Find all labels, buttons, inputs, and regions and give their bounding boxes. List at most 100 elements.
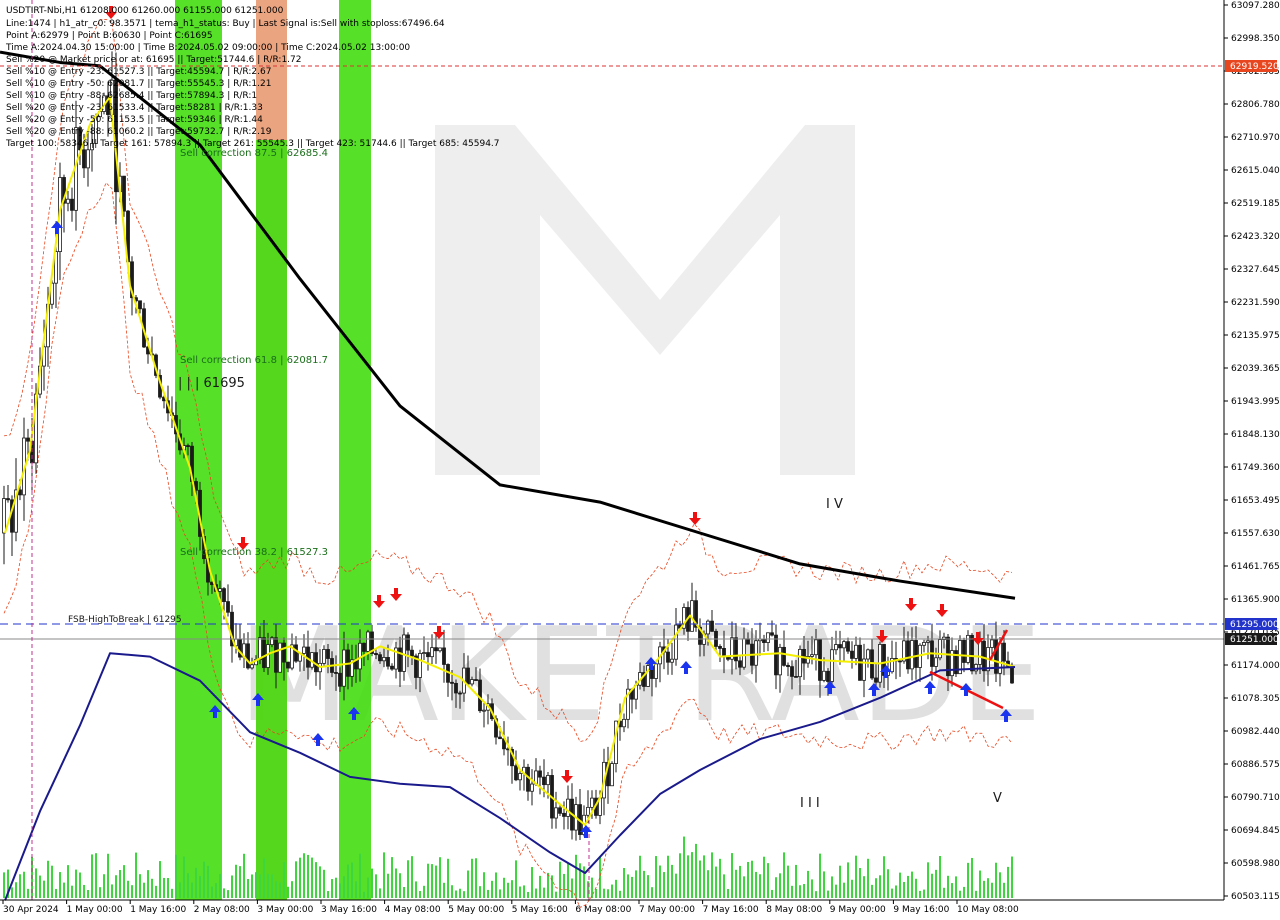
candle-body	[622, 718, 626, 728]
sell-correction-875-label: Sell correction 87.5 | 62685.4	[180, 148, 328, 159]
candle-body	[982, 640, 986, 672]
candle-body	[794, 676, 798, 678]
time-tick-label: 6 May 08:00	[575, 905, 631, 915]
price-tick-label: 60503.115	[1231, 892, 1280, 902]
candle-body	[302, 646, 306, 654]
candle-body	[766, 632, 770, 643]
price-tick-label: 61557.630	[1231, 529, 1280, 539]
candle-body	[294, 644, 298, 662]
fsb-high-to-break-label: FSB-HighToBreak | 61295	[68, 615, 182, 625]
candle-body	[978, 640, 982, 665]
info-line: Sell %20 @ Entry -50: 61153.5 || Target:…	[6, 115, 263, 125]
price-tick-label: 60694.845	[1231, 826, 1280, 836]
time-tick-label: 1 May 16:00	[130, 905, 186, 915]
wave-v-label: V	[993, 791, 1002, 806]
candle-body	[746, 638, 750, 645]
candle-body	[998, 642, 1002, 674]
candle-body	[326, 649, 330, 659]
wave-iii-label: I I I	[800, 796, 820, 811]
candle-body	[710, 620, 714, 632]
current-price-tag-text: 61251.000	[1230, 635, 1279, 645]
price-tick-label: 62519.185	[1231, 199, 1280, 209]
candle-body	[226, 601, 230, 613]
candle-body	[786, 664, 790, 668]
candle-body	[466, 667, 470, 685]
candle-body	[938, 639, 942, 659]
candle-body	[586, 806, 590, 816]
candle-body	[914, 640, 918, 668]
candle-body	[474, 679, 478, 681]
info-line: Time A:2024.04.30 15:00:00 | Time B:2024…	[5, 43, 410, 53]
candle-body	[674, 624, 678, 660]
candle-body	[322, 649, 326, 664]
candle-body	[846, 641, 850, 652]
price-tick-label: 61461.765	[1231, 562, 1280, 572]
candle-body	[406, 634, 410, 651]
price-tick-label: 60790.710	[1231, 793, 1280, 803]
candle-body	[762, 638, 766, 643]
candle-body	[342, 649, 346, 687]
time-tick-label: 7 May 00:00	[639, 905, 695, 915]
candle-body	[922, 642, 926, 646]
price-tick-label: 63097.280	[1231, 1, 1280, 11]
candle-body	[666, 651, 670, 663]
price-tick-label: 62423.320	[1231, 232, 1280, 242]
candle-body	[470, 679, 474, 685]
trading-chart[interactable]: MAKETRADE Sell correction 87.5 | 62685.4…	[0, 0, 1280, 920]
info-line: Sell %10 @ Entry -23: 61527.3 || Target:…	[6, 67, 271, 77]
candle-body	[186, 445, 190, 447]
candle-body	[738, 660, 742, 668]
candle-body	[438, 647, 442, 652]
candle-body	[286, 661, 290, 669]
red-level-tag-text: 62919.520	[1230, 62, 1279, 72]
candle-body	[850, 650, 854, 659]
price-tick-label: 62327.645	[1231, 265, 1280, 275]
candle-body	[742, 638, 746, 668]
candle-body	[838, 644, 842, 649]
price-tick-label: 60886.575	[1231, 760, 1280, 770]
candle-body	[430, 647, 434, 658]
candle-body	[334, 672, 338, 674]
candle-body	[278, 642, 282, 673]
time-tick-label: 4 May 08:00	[385, 905, 441, 915]
candle-body	[266, 644, 270, 668]
candle-body	[70, 198, 74, 211]
time-tick-label: 10 May 08:00	[957, 905, 1019, 915]
price-tick-label: 61365.900	[1231, 595, 1280, 605]
candle-body	[282, 642, 286, 663]
candle-body	[546, 775, 550, 786]
price-tick-label: 62806.780	[1231, 100, 1280, 110]
candle-body	[2, 498, 6, 534]
candle-body	[18, 489, 22, 496]
time-tick-label: 8 May 08:00	[766, 905, 822, 915]
price-tick-label: 62231.590	[1231, 298, 1280, 308]
candle-body	[974, 664, 978, 672]
candle-body	[262, 637, 266, 668]
candle-body	[874, 677, 878, 683]
candle-body	[246, 643, 250, 669]
candle-body	[770, 632, 774, 636]
candle-body	[798, 648, 802, 678]
candle-body	[962, 639, 966, 663]
time-tick-label: 1 May 00:00	[67, 905, 123, 915]
candle-body	[410, 649, 414, 657]
candle-body	[458, 692, 462, 695]
price-tick-label: 60598.980	[1231, 859, 1280, 869]
time-tick-label: 7 May 16:00	[703, 905, 759, 915]
candle-body	[418, 652, 422, 678]
price-tick-label: 61653.495	[1231, 496, 1280, 506]
symbol-line: USDTIRT-Nbi,H1 61208.000 61260.000 61155…	[6, 6, 284, 16]
candle-body	[558, 807, 562, 814]
candle-body	[554, 807, 558, 819]
price-tick-label: 61848.130	[1231, 430, 1280, 440]
candle-body	[222, 588, 226, 602]
candle-body	[826, 670, 830, 682]
candle-body	[122, 175, 126, 212]
info-line: Line:1474 | h1_atr_c0: 98.3571 | tema_h1…	[6, 19, 445, 29]
price-tick-label: 60982.440	[1231, 727, 1280, 737]
sell-correction-618-label: Sell correction 61.8 | 62081.7	[180, 355, 328, 366]
candle-body	[926, 640, 930, 643]
candle-body	[374, 653, 378, 656]
candle-body	[366, 631, 370, 652]
candle-body	[590, 797, 594, 808]
